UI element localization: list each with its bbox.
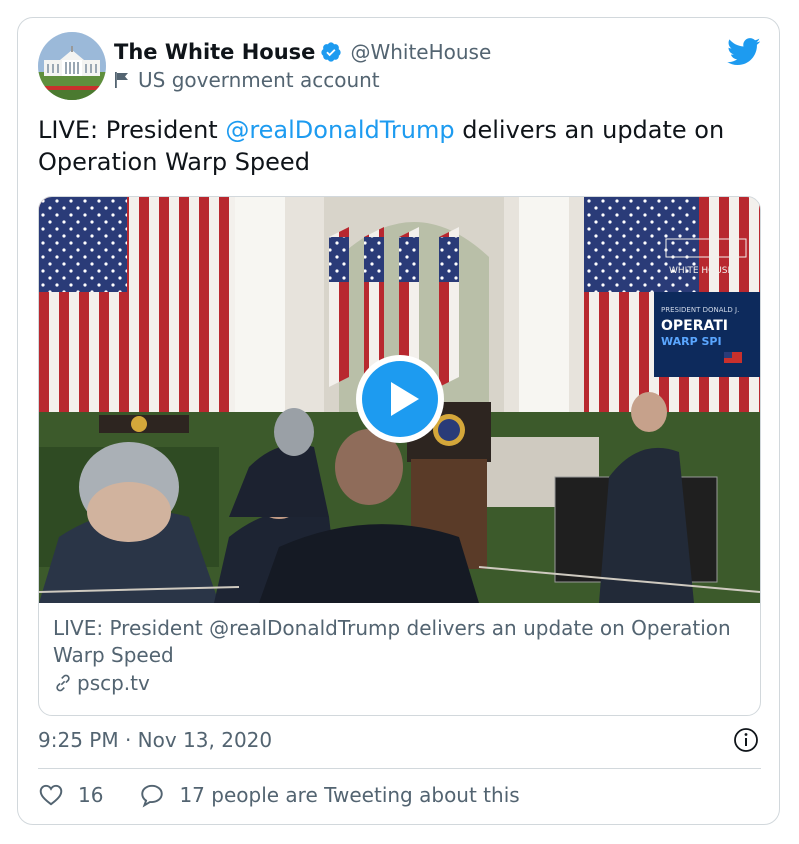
tweet-text-prefix: LIVE: President bbox=[38, 116, 226, 144]
tweet-mention-link[interactable]: @realDonaldTrump bbox=[225, 116, 454, 144]
video-screen-line3: WARP SPI bbox=[661, 335, 722, 348]
tweeting-about-text: 17 people are Tweeting about this bbox=[179, 783, 520, 807]
heart-icon bbox=[39, 784, 63, 806]
link-icon bbox=[56, 674, 70, 692]
media-card-caption[interactable]: LIVE: President @realDonaldTrump deliver… bbox=[53, 615, 743, 669]
play-button-icon[interactable] bbox=[355, 354, 445, 444]
tweet-timestamp[interactable]: 9:25 PM · Nov 13, 2020 bbox=[38, 728, 272, 752]
white-house-avatar-icon[interactable] bbox=[38, 32, 106, 100]
author-name-row: The White House @WhiteHouse bbox=[114, 40, 491, 64]
government-label: US government account bbox=[114, 68, 380, 92]
author-handle[interactable]: @WhiteHouse bbox=[350, 40, 491, 64]
twitter-bird-icon[interactable] bbox=[727, 38, 761, 66]
flag-icon bbox=[115, 72, 128, 88]
tweet-text: LIVE: President @realDonaldTrump deliver… bbox=[38, 114, 763, 178]
media-card-domain[interactable]: pscp.tv bbox=[53, 671, 150, 695]
like-count: 16 bbox=[78, 783, 104, 807]
divider bbox=[38, 768, 761, 769]
reply-conversation-link[interactable]: 17 people are Tweeting about this bbox=[139, 782, 520, 808]
media-card-domain-text: pscp.tv bbox=[77, 671, 150, 695]
video-logo-text: WHITE HOUSE bbox=[669, 266, 734, 276]
info-icon[interactable] bbox=[733, 727, 759, 753]
like-button[interactable]: 16 bbox=[38, 782, 139, 808]
author-display-name[interactable]: The White House bbox=[114, 40, 315, 64]
verified-badge-icon bbox=[321, 42, 342, 62]
speech-bubble-icon bbox=[141, 784, 164, 808]
media-card[interactable]: WHITE HOUSE PRESIDENT DONALD J. OPERATI … bbox=[38, 196, 761, 716]
video-screen-line1: PRESIDENT DONALD J. bbox=[661, 306, 739, 314]
tweet-card: The White House @WhiteHouse US governmen… bbox=[17, 17, 780, 825]
video-screen-line2: OPERATI bbox=[661, 318, 728, 334]
engagement-bar: 16 17 people are Tweeting about this bbox=[38, 782, 520, 808]
government-label-text: US government account bbox=[138, 68, 380, 92]
